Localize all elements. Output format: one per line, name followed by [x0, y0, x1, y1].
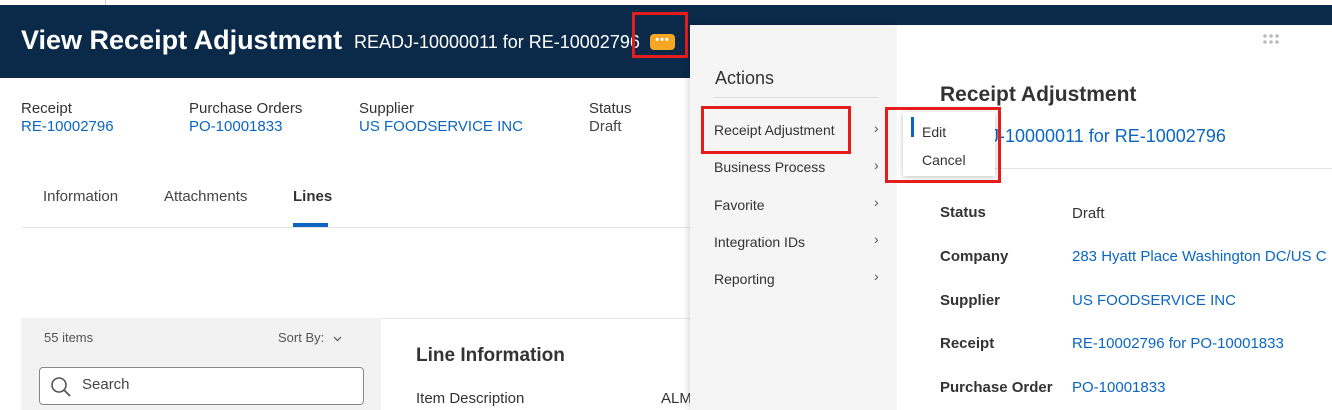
action-business-process[interactable]: Business Process [714, 159, 825, 175]
chevron-right-icon: › [874, 194, 879, 210]
meta-status-label: Status [589, 100, 632, 117]
related-title: Receipt Adjustment [940, 83, 1137, 106]
items-list-pane: 55 items Sort By: [21, 318, 381, 410]
highlight-box-receipt-adjustment [701, 106, 851, 154]
actions-menu: Actions Receipt Adjustment › Business Pr… [690, 25, 897, 410]
action-reporting[interactable]: Reporting [714, 271, 775, 287]
search-icon [50, 376, 72, 403]
meta-supplier-link[interactable]: US FOODSERVICE INC [359, 118, 523, 135]
actions-title: Actions [715, 68, 775, 88]
field-value-supplier[interactable]: US FOODSERVICE INC [1072, 292, 1236, 309]
item-description-label: Item Description [416, 390, 525, 407]
sort-by-label: Sort By: [278, 330, 325, 345]
line-information-heading: Line Information [416, 345, 565, 366]
chevron-right-icon: › [874, 157, 879, 173]
tab-information[interactable]: Information [43, 188, 118, 205]
page-title: View Receipt Adjustment [21, 25, 343, 55]
tab-lines[interactable]: Lines [293, 188, 332, 205]
active-tab-indicator [293, 223, 328, 227]
chevron-down-icon [333, 330, 342, 345]
search-box[interactable] [39, 367, 364, 405]
meta-receipt: Receipt RE-10002796 [21, 100, 114, 135]
action-integration-ids[interactable]: Integration IDs [714, 234, 805, 250]
chevron-right-icon: › [874, 268, 879, 284]
search-input[interactable] [82, 376, 352, 393]
meta-status: Status Draft [589, 100, 632, 135]
meta-receipt-link[interactable]: RE-10002796 [21, 118, 114, 135]
highlight-box-submenu [885, 107, 1001, 183]
meta-supplier-label: Supplier [359, 100, 415, 117]
meta-supplier: Supplier US FOODSERVICE INC [359, 100, 523, 135]
meta-po-link[interactable]: PO-10001833 [189, 118, 302, 135]
action-favorite[interactable]: Favorite [714, 197, 765, 213]
line-detail-pane: Line Information Item Description ALM [381, 318, 701, 410]
field-label-receipt: Receipt [940, 335, 995, 352]
field-label-supplier: Supplier [940, 292, 1001, 309]
field-value-status: Draft [1072, 205, 1105, 222]
highlight-box-related-actions [632, 12, 688, 58]
meta-receipt-label: Receipt [21, 100, 72, 117]
related-info-panel: Receipt Adjustment READJ-10000011 for RE… [897, 25, 1332, 410]
page: View Receipt Adjustment READJ-10000011 f… [0, 0, 1332, 410]
chevron-right-icon: › [874, 231, 879, 247]
meta-status-value: Draft [589, 118, 622, 135]
field-label-company: Company [940, 248, 1009, 265]
field-value-purchase-order[interactable]: PO-10001833 [1072, 379, 1165, 396]
tab-attachments[interactable]: Attachments [164, 188, 247, 205]
field-label-purchase-order: Purchase Order [940, 379, 1053, 396]
divider [714, 97, 878, 98]
chevron-right-icon: › [874, 120, 879, 136]
sort-by-dropdown[interactable]: Sort By: [278, 330, 342, 345]
field-value-company[interactable]: 283 Hyatt Place Washington DC/US C [1072, 248, 1327, 265]
drag-handle-icon[interactable] [1262, 33, 1280, 52]
meta-purchase-orders: Purchase Orders PO-10001833 [189, 100, 302, 135]
page-subtitle: READJ-10000011 for RE-10002796 [354, 32, 640, 52]
items-count: 55 items [44, 330, 94, 345]
field-value-receipt[interactable]: RE-10002796 for PO-10001833 [1072, 335, 1284, 352]
item-description-value: ALM [661, 390, 692, 407]
tab-bar: Information Attachments Lines [22, 178, 690, 228]
meta-po-label: Purchase Orders [189, 100, 303, 117]
field-label-status: Status [940, 204, 986, 221]
